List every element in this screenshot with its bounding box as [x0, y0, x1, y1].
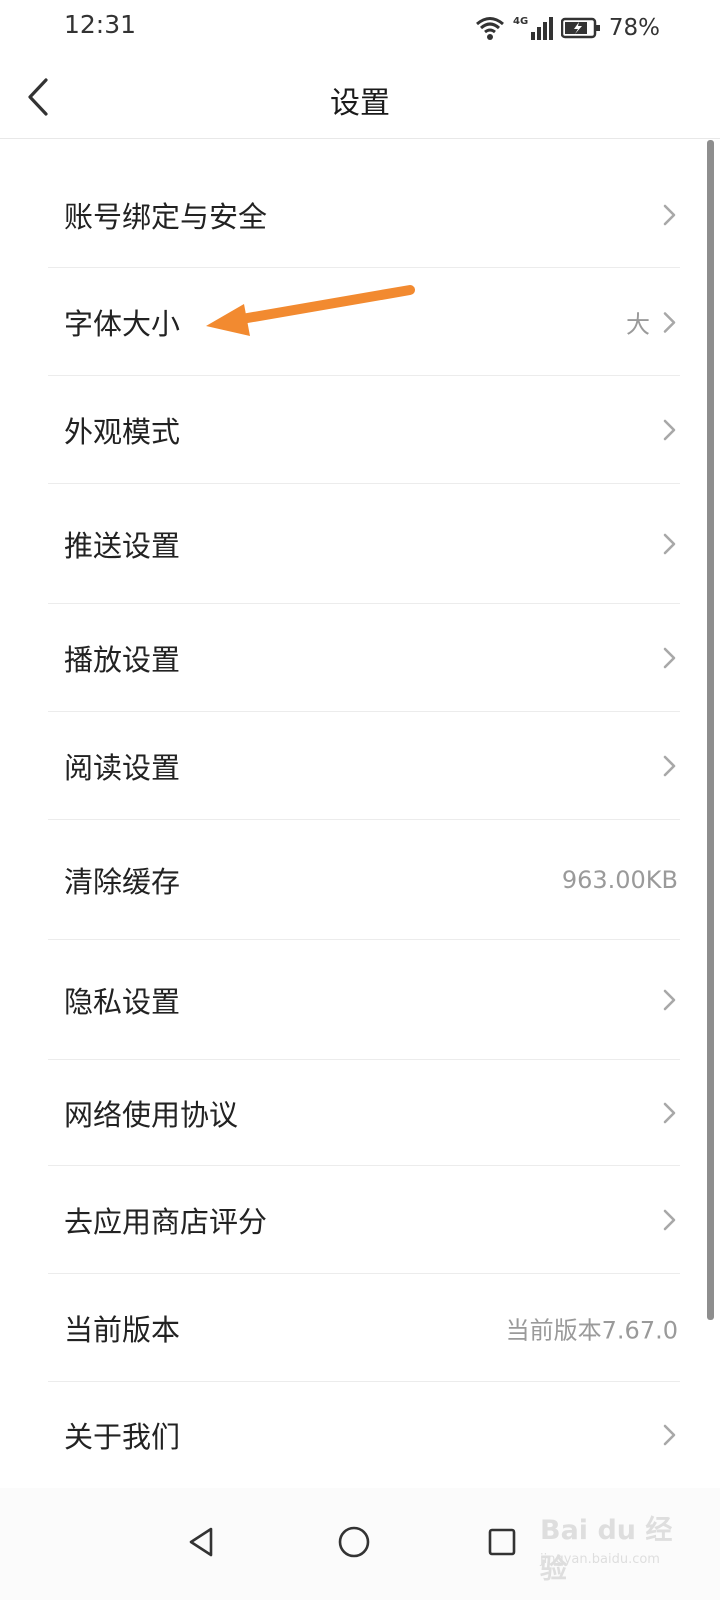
- status-bar: 12:31 4G 78%: [0, 0, 720, 56]
- version-value: 当前版本7.67.0: [505, 1316, 678, 1345]
- settings-item-label: 外观模式: [64, 415, 181, 449]
- chevron-right-icon: [663, 755, 676, 777]
- chevron-right-icon: [663, 989, 676, 1011]
- home-circle-icon: [338, 1526, 370, 1558]
- watermark-text: Bai du 经验: [540, 1515, 673, 1585]
- settings-item-push[interactable]: 推送设置: [0, 484, 696, 604]
- cellular-signal-icon: 4G: [513, 16, 553, 40]
- settings-item-label: 推送设置: [64, 529, 181, 563]
- settings-item-label: 账号绑定与安全: [64, 200, 268, 234]
- back-triangle-icon: [189, 1527, 213, 1557]
- settings-item-network-agreement[interactable]: 网络使用协议: [0, 1060, 696, 1166]
- settings-item-version[interactable]: 当前版本 当前版本7.67.0: [0, 1274, 696, 1382]
- baidu-jingyan-watermark: Bai du 经验 jingyan.baidu.com: [536, 1494, 696, 1585]
- network-type: 4G: [513, 16, 528, 27]
- settings-item-appearance[interactable]: 外观模式: [0, 376, 696, 484]
- recents-square-icon: [488, 1528, 516, 1556]
- settings-item-label: 清除缓存: [64, 865, 181, 899]
- status-time: 12:31: [64, 10, 137, 39]
- chevron-right-icon: [663, 204, 676, 226]
- scroll-indicator: [707, 140, 714, 1320]
- font-size-value: 大: [626, 310, 650, 339]
- settings-item-clear-cache[interactable]: 清除缓存 963.00KB: [0, 820, 696, 940]
- nav-recents-button[interactable]: [470, 1510, 534, 1574]
- annotation-arrow-icon: [206, 285, 415, 336]
- settings-item-label: 字体大小: [64, 307, 181, 341]
- settings-item-label: 隐私设置: [64, 985, 181, 1019]
- settings-item-label: 去应用商店评分: [64, 1205, 268, 1239]
- settings-item-account-security[interactable]: 账号绑定与安全: [0, 162, 696, 268]
- chevron-right-icon: [663, 311, 676, 333]
- settings-item-about[interactable]: 关于我们: [0, 1382, 696, 1488]
- chevron-right-icon: [663, 1102, 676, 1124]
- battery-percent: 78%: [608, 15, 660, 41]
- battery-icon: [560, 17, 600, 39]
- settings-item-rate-app[interactable]: 去应用商店评分: [0, 1166, 696, 1274]
- status-icons: 4G 78%: [475, 10, 660, 46]
- settings-item-reading[interactable]: 阅读设置: [0, 712, 696, 820]
- chevron-right-icon: [663, 647, 676, 669]
- app-header: 设置: [0, 56, 720, 139]
- settings-item-privacy[interactable]: 隐私设置: [0, 940, 696, 1060]
- nav-back-button[interactable]: [170, 1510, 234, 1574]
- chevron-right-icon: [663, 533, 676, 555]
- settings-item-playback[interactable]: 播放设置: [0, 604, 696, 712]
- page-title: 设置: [330, 86, 390, 121]
- settings-item-label: 关于我们: [64, 1420, 181, 1454]
- cache-size-value: 963.00KB: [561, 866, 678, 894]
- chevron-right-icon: [663, 1209, 676, 1231]
- settings-item-label: 网络使用协议: [64, 1098, 239, 1132]
- settings-item-label: 阅读设置: [64, 751, 181, 785]
- nav-home-button[interactable]: [322, 1510, 386, 1574]
- chevron-right-icon: [663, 419, 676, 441]
- chevron-right-icon: [663, 1424, 676, 1446]
- wifi-icon: [475, 17, 504, 40]
- watermark-subtext: jingyan.baidu.com: [540, 1552, 660, 1567]
- settings-item-label: 播放设置: [64, 643, 181, 677]
- settings-item-label: 当前版本: [64, 1313, 181, 1347]
